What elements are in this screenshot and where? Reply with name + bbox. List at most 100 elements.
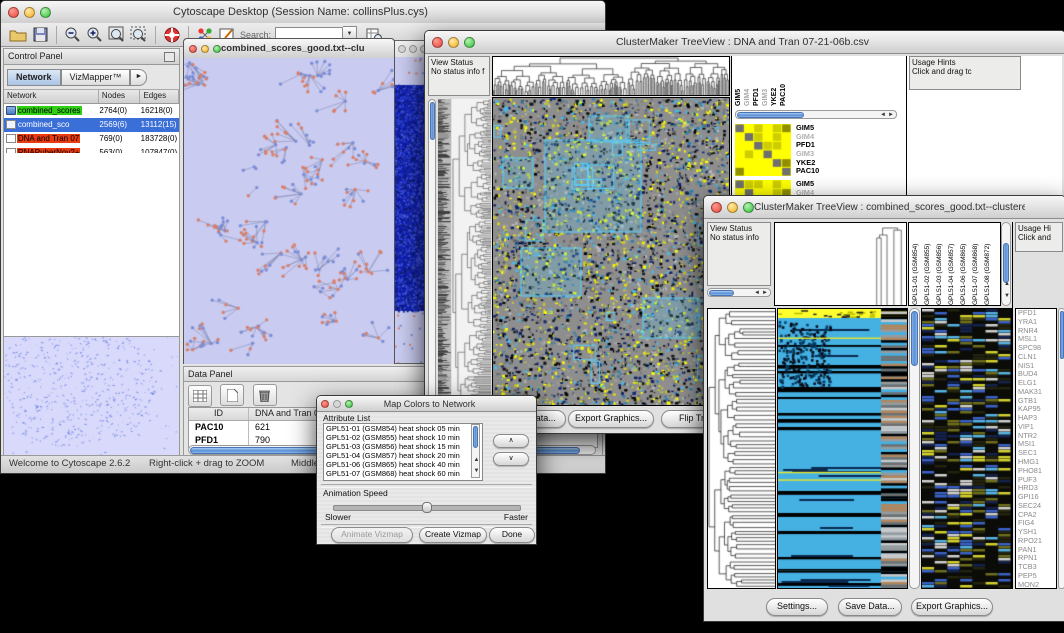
animation-speed-slider[interactable]: [333, 505, 521, 511]
zoom-button[interactable]: [345, 400, 353, 408]
scroll-left-arrow[interactable]: ◄: [880, 112, 886, 119]
treeview2-status-scrollbar[interactable]: ◄ ►: [707, 288, 771, 297]
move-down-button[interactable]: ∨: [493, 452, 529, 466]
attribute-item[interactable]: GPL51-07 (GSM868) heat shock 60 min: [324, 469, 482, 478]
minimize-button[interactable]: [24, 7, 35, 18]
zoom-in-icon[interactable]: [84, 25, 106, 45]
treeview-button[interactable]: Export Graphics...: [911, 598, 993, 616]
move-up-button[interactable]: ∧: [493, 434, 529, 448]
close-button[interactable]: [432, 37, 443, 48]
scroll-thumb[interactable]: [430, 102, 435, 140]
dialog-button[interactable]: Done: [489, 527, 535, 543]
scroll-up-arrow[interactable]: ▲: [474, 457, 480, 464]
scroll-thumb[interactable]: [473, 426, 478, 448]
treeview2-row-dendrogram[interactable]: [707, 308, 776, 589]
minimize-button[interactable]: [409, 45, 417, 53]
treeview2-right-vscrollbar[interactable]: [1058, 308, 1064, 589]
network-table-row[interactable]: DNA and Tran 07 769(0) 183728(0): [4, 132, 179, 146]
attribute-list-label: Attribute List: [323, 413, 370, 423]
birds-eye-view[interactable]: [4, 336, 179, 455]
tab[interactable]: ►: [130, 69, 147, 86]
treeview2-column-dendrogram[interactable]: [875, 227, 905, 305]
gene-label: YRA1: [1018, 318, 1056, 327]
treeview1-global-heatmap[interactable]: [492, 97, 730, 406]
scroll-right-arrow[interactable]: ►: [762, 290, 768, 297]
zoom-button[interactable]: [743, 202, 754, 213]
tab[interactable]: VizMapper™: [61, 69, 131, 86]
view-status-title: View Status: [431, 58, 487, 67]
scroll-right-arrow[interactable]: ►: [888, 112, 894, 119]
scroll-down-arrow[interactable]: ▼: [474, 468, 480, 475]
attribute-item[interactable]: GPL51-02 (GSM855) heat shock 10 min: [324, 433, 482, 442]
network-table-row[interactable]: combined_scores 2764(0) 16218(0): [4, 104, 179, 118]
scroll-thumb[interactable]: [1003, 243, 1009, 283]
attribute-item[interactable]: GPL51-03 (GSM856) heat shock 15 min: [324, 442, 482, 451]
scroll-up-arrow[interactable]: ▲: [1004, 281, 1010, 288]
attribute-item[interactable]: GPL51-06 (GSM865) heat shock 40 min: [324, 460, 482, 469]
treeview2-zoom-heatmap[interactable]: [921, 308, 1012, 589]
zoom-button[interactable]: [464, 37, 475, 48]
col-id[interactable]: ID: [189, 408, 249, 420]
zoom-out-icon[interactable]: [62, 25, 84, 45]
animation-speed-label: Animation Speed: [323, 488, 388, 498]
attribute-list-scrollbar[interactable]: ▲ ▼: [471, 424, 480, 478]
minimize-button[interactable]: [727, 202, 738, 213]
network-view-titlebar[interactable]: combined_scores_good.txt--cluste...: [184, 39, 394, 59]
treeview1-column-dendrogram[interactable]: [492, 56, 730, 96]
main-titlebar[interactable]: Cytoscape Desktop (Session Name: collins…: [1, 1, 605, 24]
treeview2-main-vscrollbar[interactable]: [909, 308, 920, 589]
scroll-down-arrow[interactable]: ▼: [1004, 293, 1010, 300]
dialog-button[interactable]: Create Vizmap: [419, 527, 487, 543]
minimize-button[interactable]: [201, 45, 209, 53]
network-table-row[interactable]: combined_sco 2569(6) 13112(15): [4, 118, 179, 132]
zoom-selected-icon[interactable]: [128, 25, 150, 45]
attribute-item[interactable]: GPL51-04 (GSM857) heat shock 20 min: [324, 451, 482, 460]
window-controls[interactable]: [8, 7, 51, 18]
help-ring-icon[interactable]: [161, 25, 183, 45]
scroll-left-arrow[interactable]: ◄: [754, 290, 760, 297]
minimize-button[interactable]: [448, 37, 459, 48]
treeview1-titlebar[interactable]: ClusterMaker TreeView : DNA and Tran 07-…: [425, 31, 1064, 54]
close-button[interactable]: [8, 7, 19, 18]
treeview2-global-heatmap[interactable]: [777, 308, 908, 589]
close-button[interactable]: [398, 45, 406, 53]
scroll-thumb[interactable]: [1060, 311, 1064, 359]
zoom-heatmap-matrix[interactable]: [735, 124, 791, 176]
zoom-column-label: YKE2: [771, 56, 780, 106]
close-button[interactable]: [189, 45, 197, 53]
treeview-button[interactable]: Export Graphics...: [568, 410, 654, 428]
scroll-thumb[interactable]: [737, 112, 804, 118]
gene-label: RPN1: [1018, 554, 1056, 563]
col-network[interactable]: Network: [4, 90, 99, 103]
network-canvas[interactable]: [184, 58, 394, 364]
dialog-titlebar[interactable]: Map Colors to Network: [317, 396, 536, 412]
new-page-icon[interactable]: [220, 384, 244, 406]
slider-thumb[interactable]: [422, 502, 432, 513]
treeview1-vscrollbar[interactable]: [428, 99, 436, 406]
treeview2-titlebar[interactable]: ClusterMaker TreeView : combined_scores_…: [704, 196, 1064, 219]
dialog-button[interactable]: Animate Vizmap: [331, 527, 413, 543]
open-folder-icon[interactable]: [7, 25, 29, 45]
zoom-fit-icon[interactable]: [106, 25, 128, 45]
close-button[interactable]: [711, 202, 722, 213]
zoom-hscrollbar[interactable]: ◄ ►: [735, 110, 897, 119]
minimize-button[interactable]: [333, 400, 341, 408]
treeview-button[interactable]: Settings...: [766, 598, 828, 616]
close-button[interactable]: [321, 400, 329, 408]
trash-icon[interactable]: [253, 384, 277, 406]
tab[interactable]: Network: [7, 69, 61, 86]
attribute-grid-icon[interactable]: [188, 385, 212, 407]
save-icon[interactable]: [29, 25, 51, 45]
scroll-thumb[interactable]: [911, 311, 918, 366]
treeview-button[interactable]: Save Data...: [838, 598, 902, 616]
treeview1-row-dendrogram[interactable]: [452, 99, 491, 406]
col-edges[interactable]: Edges: [140, 90, 179, 103]
treeview2-top-vscrollbar[interactable]: ▲ ▼: [1001, 222, 1011, 306]
zoom-button[interactable]: [213, 45, 221, 53]
scroll-thumb[interactable]: [709, 290, 734, 296]
float-panel-icon[interactable]: [164, 52, 175, 62]
col-nodes[interactable]: Nodes: [99, 90, 141, 103]
gene-label: PHO81: [1018, 467, 1056, 476]
attribute-item[interactable]: GPL51-01 (GSM854) heat shock 05 min: [324, 424, 482, 433]
zoom-button[interactable]: [40, 7, 51, 18]
